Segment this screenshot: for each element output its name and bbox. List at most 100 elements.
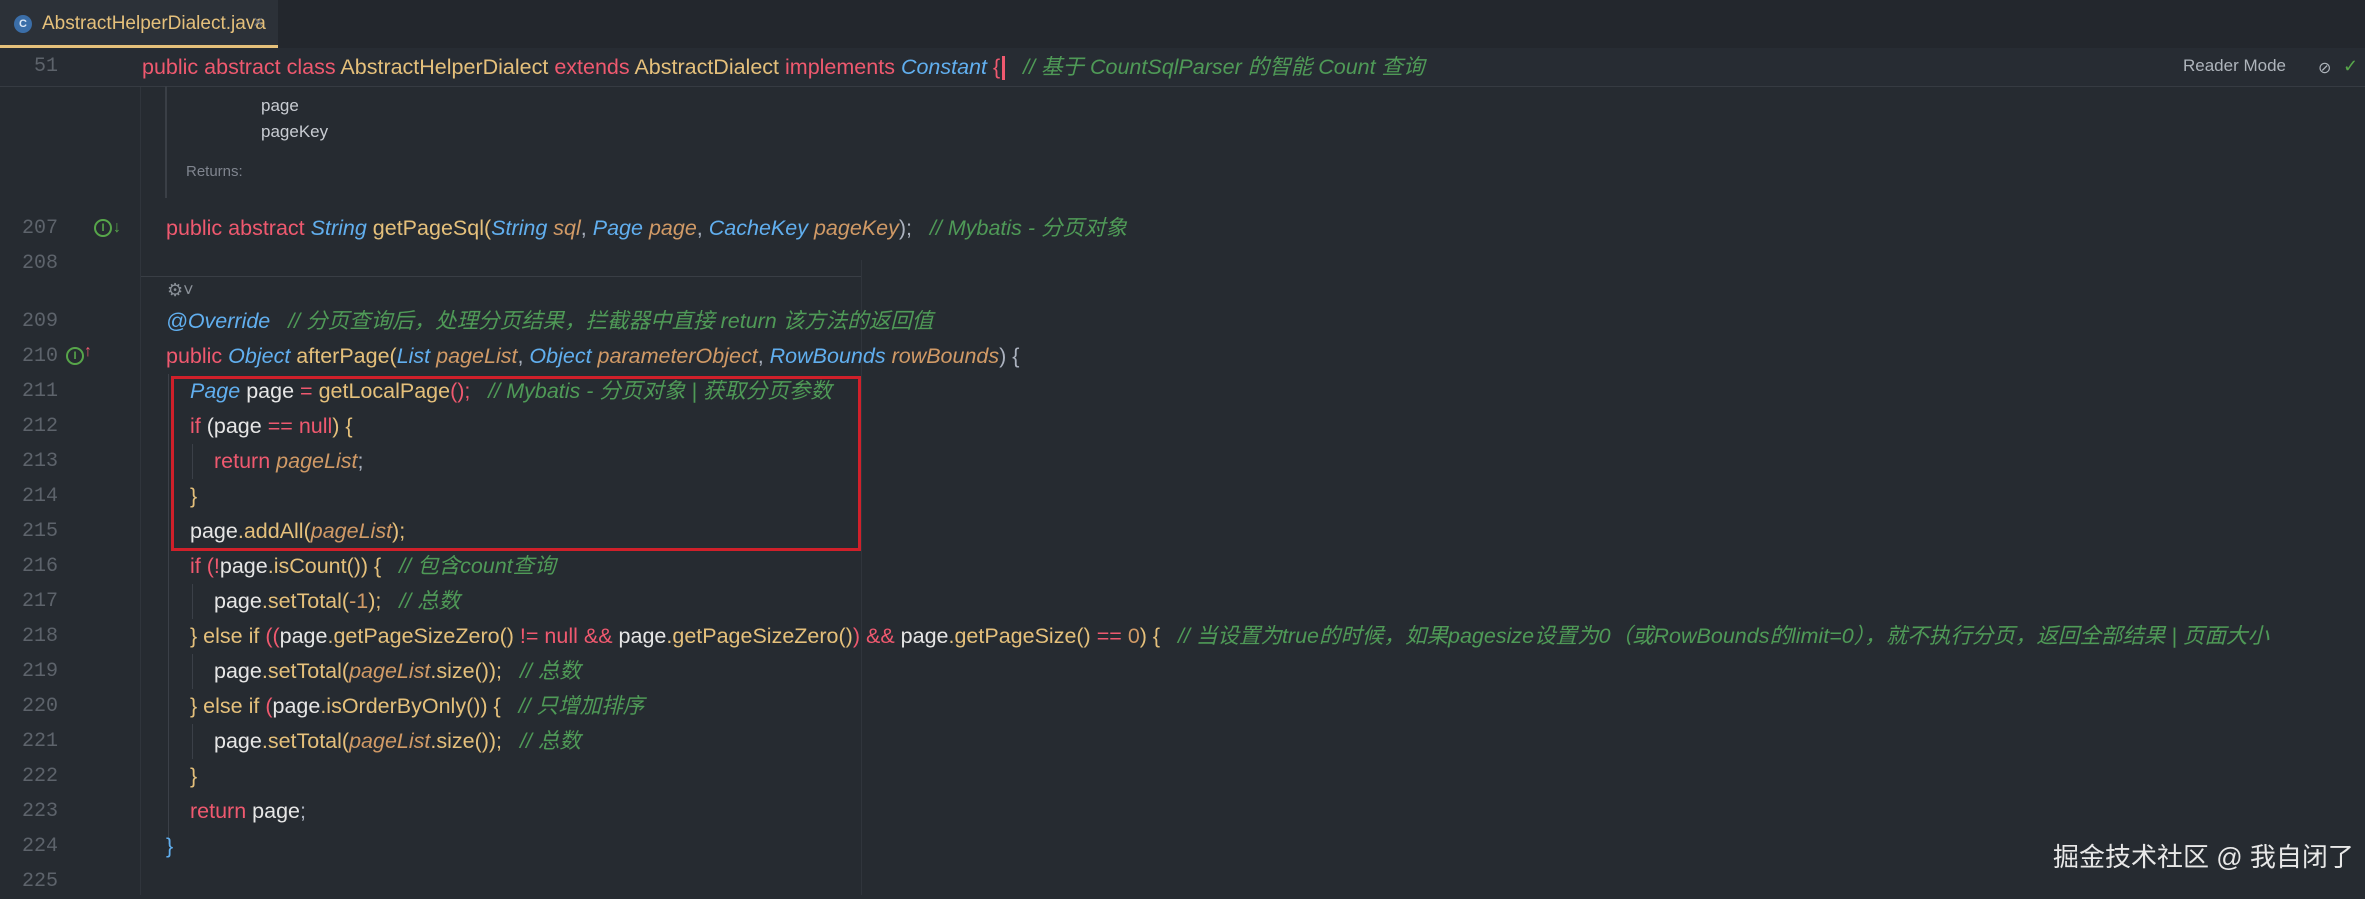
code-line-220[interactable]: 220 } else if (page.isOrderByOnly()) { /…	[0, 689, 2365, 724]
param: sql	[553, 216, 581, 240]
param: page	[648, 216, 697, 240]
keyword: if	[190, 554, 201, 578]
keyword: public	[166, 216, 223, 240]
eye-off-icon[interactable]: ⊘	[2318, 58, 2331, 78]
code-text: if (!page.isCount()) { // 包含count查询	[190, 549, 556, 584]
code-line-225[interactable]: 225	[0, 864, 2365, 899]
method-name: .getPageSize()	[948, 624, 1091, 648]
keyword: abstract	[204, 55, 281, 79]
type: List	[396, 344, 431, 368]
punct: (!	[206, 554, 220, 578]
method-name: .getPageSizeZero()	[666, 624, 853, 648]
type: String	[310, 216, 367, 240]
code-line-217[interactable]: 217 page.setTotal(-1); // 总数	[0, 584, 2365, 619]
punct: ) {	[1139, 624, 1161, 648]
ai-assistant-icon[interactable]: ⚙˅	[167, 280, 194, 301]
operator: !=	[519, 624, 539, 648]
line-number: 224	[21, 835, 58, 858]
code-text: public Object afterPage(List pageList, O…	[166, 339, 1019, 374]
punct: ,	[696, 216, 703, 240]
annotation: @Override	[166, 309, 271, 333]
comment: // 当设置为true的时候，如果pagesize设置为0（或RowBounds…	[1178, 624, 2269, 648]
code-line-221[interactable]: 221 page.setTotal(pageList.size()); // 总…	[0, 724, 2365, 759]
param: parameterObject	[597, 344, 758, 368]
line-number: 221	[21, 730, 58, 753]
comment: // 包含count查询	[399, 554, 556, 578]
punct: ((	[265, 624, 280, 648]
code-line-210[interactable]: 210 I ↑ public Object afterPage(List pag…	[0, 339, 2365, 374]
code-line-216[interactable]: 216 if (!page.isCount()) { // 包含count查询	[0, 549, 2365, 584]
doc-param-page: page	[261, 96, 299, 115]
implemented-icon[interactable]: I	[94, 219, 112, 237]
code-text: public abstract String getPageSql(String…	[166, 211, 1127, 246]
method-name: afterPage(	[296, 344, 397, 368]
super-class-name: AbstractDialect	[634, 55, 780, 79]
keyword: } else if	[190, 694, 260, 718]
code-line-219[interactable]: 219 page.setTotal(pageList.size()); // 总…	[0, 654, 2365, 689]
param: pageList	[436, 344, 518, 368]
code-text: page.setTotal(pageList.size()); // 总数	[214, 654, 581, 689]
variable: page	[214, 659, 262, 683]
method-name: .setTotal(	[261, 589, 350, 613]
keyword: public	[142, 55, 199, 79]
method-name: .isCount()	[267, 554, 361, 578]
punct: );	[898, 216, 912, 240]
sticky-code: public abstract class AbstractHelperDial…	[142, 48, 1425, 86]
code-line-224[interactable]: 224 }	[0, 829, 2365, 864]
code-line-218[interactable]: 218 } else if ((page.getPageSizeZero() !…	[0, 619, 2365, 654]
code-text: page.setTotal(pageList.size()); // 总数	[214, 724, 581, 759]
punct: ;	[300, 799, 306, 823]
editor-tab-bar: C AbstractHelperDialect.java ×	[0, 0, 2365, 49]
rendered-javadoc: page pageKey Returns:	[165, 86, 864, 198]
keyword: abstract	[228, 216, 305, 240]
code-line-223[interactable]: 223 return page;	[0, 794, 2365, 829]
line-number: 225	[21, 870, 58, 893]
type: String	[491, 216, 548, 240]
interface-name: Constant	[900, 55, 987, 79]
line-number: 213	[21, 450, 58, 473]
variable: page	[214, 589, 262, 613]
tab-abstract-helper-dialect[interactable]: C AbstractHelperDialect.java ×	[0, 0, 278, 48]
operator: &&	[865, 624, 895, 648]
param: pageKey	[813, 216, 899, 240]
reader-mode-button[interactable]: Reader Mode	[2183, 56, 2286, 76]
method-name: getPageSql(	[372, 216, 492, 240]
type: Page	[592, 216, 643, 240]
brace: }	[166, 834, 174, 858]
method-name: .size());	[430, 659, 503, 683]
comment: // 总数	[399, 589, 461, 613]
close-icon[interactable]: ×	[253, 12, 264, 33]
code-text: } else if (page.isOrderByOnly()) { // 只增…	[190, 689, 644, 724]
overrides-icon[interactable]: I	[66, 347, 84, 365]
param: pageList	[349, 729, 431, 753]
param: pageList	[349, 659, 431, 683]
code-line-209[interactable]: 209 @Override // 分页查询后，处理分页结果，拦截器中直接 ret…	[0, 304, 2365, 339]
line-number: 207	[21, 217, 58, 240]
doc-separator	[141, 276, 861, 277]
arrow-up-icon: ↑	[84, 343, 92, 360]
code-line-207[interactable]: 207 I ↓ public abstract String getPageSq…	[0, 211, 2365, 246]
code-text: }	[166, 829, 173, 864]
line-number: 222	[21, 765, 58, 788]
line-number: 219	[21, 660, 58, 683]
brace: }	[190, 764, 198, 788]
punct: ) {	[480, 694, 501, 718]
param: rowBounds	[891, 344, 1000, 368]
variable: page	[252, 799, 300, 823]
code-line-222[interactable]: 222 }	[0, 759, 2365, 794]
line-number: 209	[21, 310, 58, 333]
punct: ,	[517, 344, 524, 368]
type: RowBounds	[769, 344, 886, 368]
checkmark-icon[interactable]: ✓	[2343, 56, 2358, 77]
java-class-icon: C	[14, 15, 32, 33]
arrow-down-icon: ↓	[113, 219, 121, 236]
tab-label: AbstractHelperDialect.java	[42, 13, 266, 34]
line-number: 216	[21, 555, 58, 578]
type: CacheKey	[708, 216, 808, 240]
operator: ==	[1096, 624, 1122, 648]
keyword: class	[286, 55, 336, 79]
class-name: AbstractHelperDialect	[340, 55, 549, 79]
method-name: .isOrderByOnly()	[320, 694, 481, 718]
sticky-scroll-header[interactable]: 51 public abstract class AbstractHelperD…	[0, 48, 2365, 87]
type: Object	[529, 344, 592, 368]
